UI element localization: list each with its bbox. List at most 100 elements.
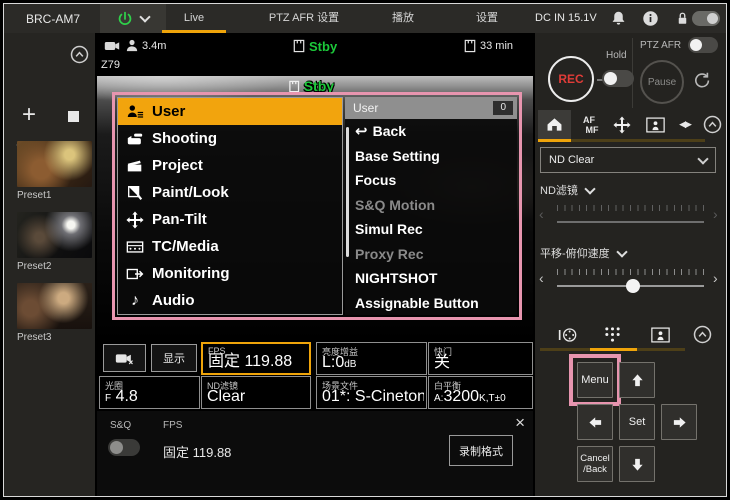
- tab-playback[interactable]: 播放: [372, 4, 434, 33]
- info-icon[interactable]: [642, 10, 659, 27]
- tab-menu-pad[interactable]: [597, 321, 627, 348]
- speed-slider-increase[interactable]: ›: [713, 271, 718, 285]
- nd-slider-track[interactable]: [557, 221, 704, 223]
- nd-filter-select[interactable]: ND Clear: [540, 147, 716, 173]
- shooting-icon: [125, 129, 145, 149]
- gain-unit: dB: [344, 359, 356, 370]
- menu-item-tc-media[interactable]: TC/Media: [118, 233, 342, 260]
- scene-file-cell[interactable]: 场景文件 01*: S-Cinetone: [316, 376, 427, 409]
- camera-off-icon: [115, 352, 135, 365]
- chevron-up-circle-icon: [693, 325, 712, 344]
- submenu-item-nightshot[interactable]: NIGHTSHOT: [345, 266, 517, 291]
- nd-cell[interactable]: ND滤镜 Clear: [201, 376, 311, 409]
- face-detect-icon: [126, 39, 138, 52]
- tab-audio-levels[interactable]: ◀▶: [673, 110, 697, 139]
- rec-button[interactable]: REC: [548, 56, 594, 102]
- pan-tilt-speed-label: 平移-俯仰速度: [540, 245, 610, 261]
- white-balance-cell[interactable]: 白平衡 A:3200K,T±0: [428, 376, 533, 409]
- arrow-left-button[interactable]: [577, 404, 613, 440]
- arrow-down-button[interactable]: [619, 446, 655, 482]
- preset2-thumbnail[interactable]: [17, 212, 92, 258]
- menu-item-user[interactable]: User: [118, 98, 342, 125]
- rec-format-button[interactable]: 录制格式: [449, 435, 513, 466]
- device-name: BRC-AM7: [26, 12, 80, 26]
- menu-item-audio[interactable]: ♪ Audio: [118, 287, 342, 314]
- speed-slider-decrease[interactable]: ‹: [539, 271, 544, 285]
- close-icon[interactable]: ×: [515, 413, 525, 433]
- menu-item-label: Monitoring: [152, 265, 229, 282]
- tab-tracking[interactable]: [641, 110, 669, 139]
- collapse-controls-button[interactable]: [699, 110, 725, 139]
- person-frame-icon: [651, 327, 670, 343]
- cancel-back-button[interactable]: Cancel /Back: [577, 446, 613, 482]
- lock-toggle[interactable]: [692, 11, 720, 26]
- submenu-item-assignable-button[interactable]: Assignable Button: [345, 291, 517, 316]
- submenu-item-label: Proxy Rec: [355, 246, 423, 262]
- preset3-thumbnail[interactable]: [17, 283, 92, 329]
- menu-item-shooting[interactable]: Shooting: [118, 125, 342, 152]
- tab-live[interactable]: Live: [162, 4, 226, 33]
- nd-slider-header[interactable]: ND滤镜: [540, 182, 594, 198]
- stop-button[interactable]: [68, 111, 79, 122]
- pan-tilt-speed-header[interactable]: 平移-俯仰速度: [540, 245, 626, 261]
- rec-button-label: REC: [558, 72, 583, 86]
- collapse-sidebar-button[interactable]: [70, 45, 89, 64]
- arrow-down-icon: [630, 457, 645, 472]
- preset1-thumbnail[interactable]: [17, 141, 92, 187]
- lock-icon: [675, 11, 690, 26]
- arrow-right-button[interactable]: [661, 404, 697, 440]
- menu-item-paint-look[interactable]: Paint/Look: [118, 179, 342, 206]
- tab-ptz-afr-settings[interactable]: PTZ AFR 设置: [249, 4, 359, 33]
- sq-toggle[interactable]: [108, 439, 140, 456]
- person-frame-icon: [646, 117, 665, 133]
- arrow-up-button[interactable]: [619, 362, 655, 398]
- shutter-value: 关: [434, 348, 530, 372]
- submenu-item-back[interactable]: ↩ Back: [345, 119, 517, 144]
- set-button[interactable]: Set: [619, 404, 655, 440]
- video-feed[interactable]: Stby User Shooting Project: [97, 76, 533, 341]
- preset1-label: Preset1: [17, 190, 51, 201]
- camera-icon: [104, 40, 120, 52]
- tab-settings[interactable]: 设置: [456, 4, 518, 33]
- menu-button[interactable]: Menu: [577, 362, 613, 398]
- pad-tab-active-indicator: [590, 348, 637, 351]
- reset-icon[interactable]: [693, 71, 711, 89]
- submenu-item-base-setting[interactable]: Base Setting: [345, 144, 517, 169]
- display-button[interactable]: 显示: [151, 344, 197, 372]
- preset2-label: Preset2: [17, 261, 51, 272]
- submenu-item-label: Base Setting: [355, 148, 440, 164]
- cancel-label: Cancel: [580, 453, 610, 464]
- speed-slider-thumb[interactable]: [626, 279, 640, 293]
- fps-cell[interactable]: FPS 固定 119.88: [201, 342, 311, 375]
- tab-tracking-pad[interactable]: [645, 321, 675, 348]
- gain-cell[interactable]: 亮度增益 L:0dB: [316, 342, 427, 375]
- tab-pan-tilt-control[interactable]: [608, 110, 636, 139]
- collapse-pad-button[interactable]: [689, 321, 715, 348]
- nd-slider-increase[interactable]: ›: [713, 207, 718, 221]
- tab-af-mf[interactable]: AF MF: [575, 110, 603, 139]
- tab-joystick[interactable]: [553, 321, 583, 348]
- submenu-item-focus[interactable]: Focus: [345, 168, 517, 193]
- tab-home[interactable]: [538, 110, 571, 139]
- project-icon: [125, 156, 145, 176]
- back-label: /Back: [583, 464, 607, 475]
- iris-cell[interactable]: 光圈 F 4.8: [99, 376, 200, 409]
- submenu-item-label: Back: [373, 123, 406, 139]
- add-preset-button[interactable]: +: [16, 103, 42, 129]
- paint-look-icon: [125, 183, 145, 203]
- ptz-afr-toggle[interactable]: [688, 37, 718, 53]
- submenu-item-simul-rec[interactable]: Simul Rec: [345, 217, 517, 242]
- menu-item-pan-tilt[interactable]: Pan-Tilt: [118, 206, 342, 233]
- hold-toggle[interactable]: [602, 70, 634, 87]
- nd-slider-decrease[interactable]: ‹: [539, 207, 544, 221]
- pause-button[interactable]: Pause: [640, 60, 684, 104]
- menu-item-monitoring[interactable]: Monitoring: [118, 260, 342, 287]
- monitoring-icon: [125, 264, 145, 284]
- menu-item-project[interactable]: Project: [118, 152, 342, 179]
- menu-item-label: User: [152, 103, 185, 120]
- camera-image-off-button[interactable]: [103, 344, 146, 372]
- power-button[interactable]: [100, 4, 166, 33]
- submenu-scrollbar[interactable]: [346, 127, 349, 257]
- shutter-cell[interactable]: 快门 关: [428, 342, 533, 375]
- bell-icon[interactable]: [610, 10, 627, 27]
